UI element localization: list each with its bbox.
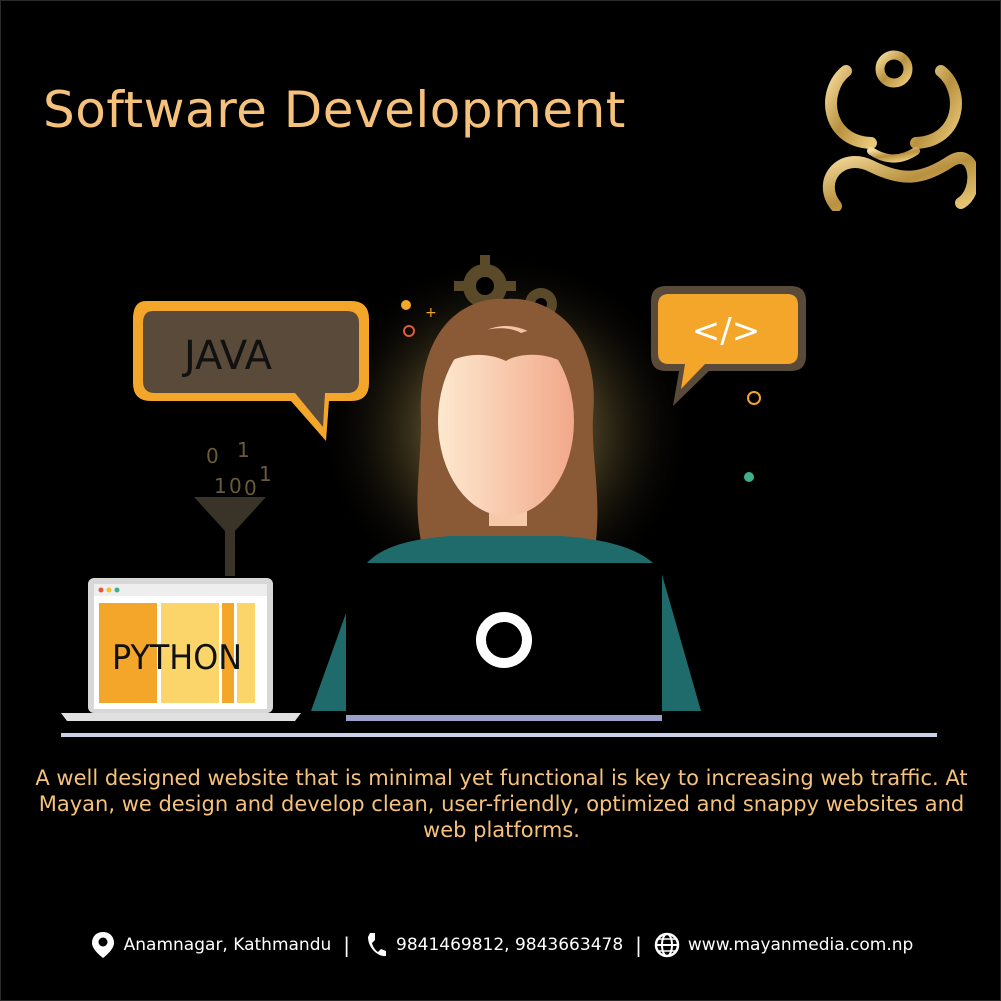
main-laptop (346, 563, 662, 721)
developer-illustration: + JAVA </> 0 1 1 0 0 1 PYTHON (61, 251, 937, 737)
phone-icon (368, 933, 387, 957)
desk-line (61, 733, 937, 737)
svg-text:1: 1 (259, 462, 272, 486)
footer-separator: | (343, 933, 351, 957)
binary-funnel: 0 1 1 0 0 1 (194, 438, 272, 576)
svg-text:0: 0 (229, 474, 242, 498)
page-title: Software Development (43, 81, 626, 139)
mayan-logo (822, 50, 976, 211)
poster: Software Development + JAVA </> 0 1 1 0 … (0, 0, 1001, 1001)
svg-text:1: 1 (237, 438, 250, 462)
phone-text: 9841469812, 9843663478 (396, 935, 624, 955)
java-label: JAVA (181, 333, 273, 379)
svg-text:0: 0 (206, 444, 219, 468)
svg-text:0: 0 (244, 476, 257, 500)
svg-text:1: 1 (214, 474, 227, 498)
phone-item: 9841469812, 9843663478 (362, 931, 623, 959)
footer-separator: | (635, 933, 642, 957)
svg-text:+: + (425, 305, 437, 321)
website-item[interactable]: www.mayanmedia.com.np (654, 931, 913, 959)
contact-footer: Anamnagar, Kathmandu | 9841469812, 98436… (1, 927, 1001, 963)
location-pin-icon (91, 932, 114, 958)
python-label: PYTHON (112, 638, 242, 678)
address-text: Anamnagar, Kathmandu (123, 935, 332, 955)
description-text: A well designed website that is minimal … (35, 766, 968, 842)
globe-icon (654, 932, 680, 958)
website-link[interactable]: www.mayanmedia.com.np (688, 935, 913, 955)
python-laptop: PYTHON (61, 578, 301, 721)
code-label: </> (692, 311, 760, 351)
address-item: Anamnagar, Kathmandu (90, 931, 332, 959)
